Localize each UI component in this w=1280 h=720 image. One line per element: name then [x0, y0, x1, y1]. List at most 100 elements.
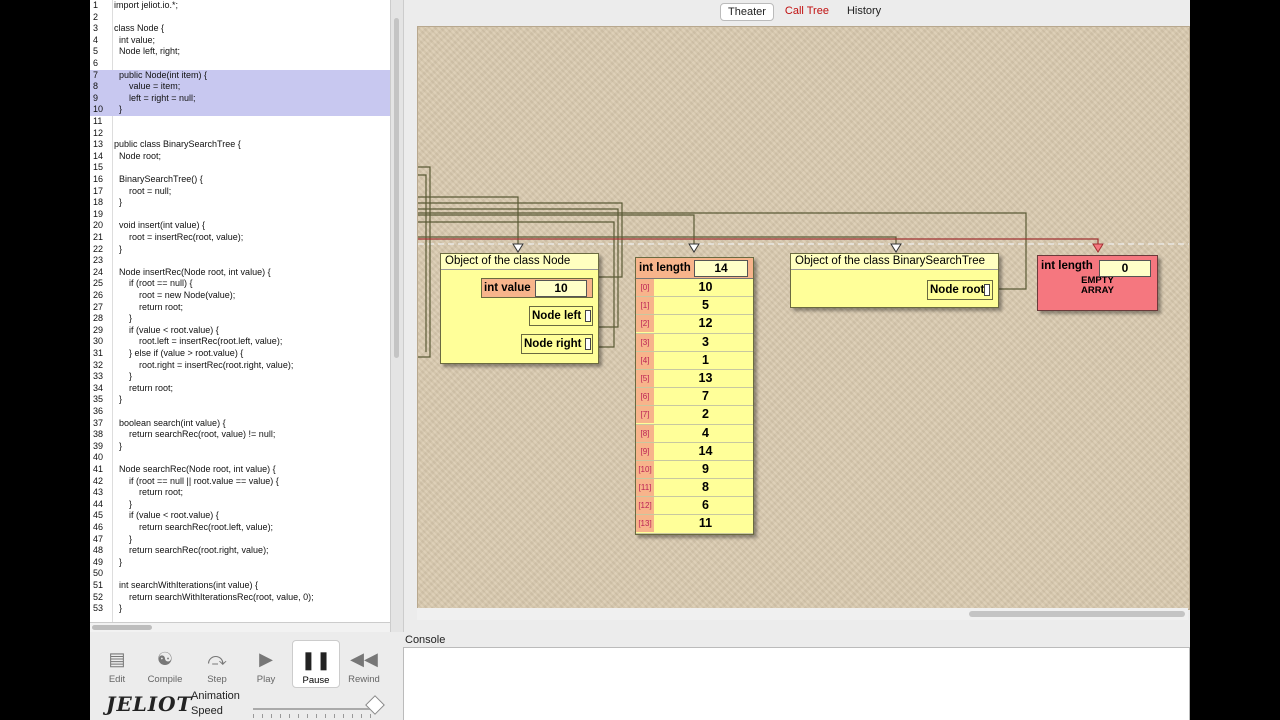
code-line[interactable]: 35 }: [90, 394, 390, 406]
code-line[interactable]: 40: [90, 452, 390, 464]
line-number: 11: [93, 116, 103, 126]
code-line[interactable]: 1 import jeliot.io.*;: [90, 0, 390, 12]
code-line[interactable]: 45 if (value < root.value) {: [90, 510, 390, 522]
editor-vertical-scrollbar[interactable]: [390, 0, 404, 632]
code-line[interactable]: 27 return root;: [90, 302, 390, 314]
code-line[interactable]: 31 } else if (value > root.value) {: [90, 348, 390, 360]
code-line[interactable]: 43 return root;: [90, 487, 390, 499]
code-line[interactable]: 26 root = new Node(value);: [90, 290, 390, 302]
line-number: 50: [93, 568, 104, 579]
code-line[interactable]: 9 left = right = null;: [90, 92, 390, 105]
code-line[interactable]: 21 root = insertRec(root, value);: [90, 232, 390, 244]
code-line[interactable]: 36: [90, 406, 390, 418]
code-line[interactable]: 37 boolean search(int value) {: [90, 418, 390, 430]
code-line[interactable]: 23: [90, 255, 390, 267]
line-text: }: [114, 556, 123, 567]
compile-button[interactable]: ☯ Compile: [142, 640, 188, 686]
code-line[interactable]: 7 public Node(int item) {: [90, 69, 390, 82]
code-line[interactable]: 38 return searchRec(root, value) != null…: [90, 429, 390, 441]
code-line[interactable]: 6: [90, 58, 390, 70]
code-line[interactable]: 41 Node searchRec(Node root, int value) …: [90, 464, 390, 476]
code-line[interactable]: 47 }: [90, 534, 390, 546]
step-label: Step: [207, 674, 227, 685]
pause-button[interactable]: ❚❚ Pause: [292, 640, 340, 688]
code-line[interactable]: 16 BinarySearchTree() {: [90, 174, 390, 186]
animation-speed-slider[interactable]: [253, 695, 385, 718]
jeliot-window: 1 import jeliot.io.*; 2 3 class Node {4 int …: [90, 0, 1190, 720]
empty-array-length-label: int length: [1041, 260, 1093, 272]
line-text: }: [114, 603, 123, 614]
code-line[interactable]: 46 return searchRec(root.left, value);: [90, 522, 390, 534]
code-line[interactable]: 33 }: [90, 371, 390, 383]
line-text: }: [114, 440, 123, 451]
code-line[interactable]: 10 }: [90, 104, 390, 116]
code-line[interactable]: 15: [90, 162, 390, 174]
line-text: }: [114, 313, 133, 324]
code-line[interactable]: 44 }: [90, 499, 390, 511]
code-line[interactable]: 51 int searchWithIterations(int value) {: [90, 580, 390, 592]
tab-theater[interactable]: Theater: [720, 3, 774, 21]
code-line[interactable]: 29 if (value < root.value) {: [90, 325, 390, 337]
code-line[interactable]: 39 }: [90, 441, 390, 453]
edit-button[interactable]: ▤ Edit: [94, 640, 140, 686]
line-text: import jeliot.io.*;: [114, 0, 179, 10]
console-output[interactable]: [403, 647, 1190, 720]
code-line[interactable]: 48 return searchRec(root.right, value);: [90, 545, 390, 557]
line-text: return searchRec(root.left, value);: [114, 522, 274, 532]
scroll-thumb[interactable]: [92, 625, 152, 630]
scroll-thumb[interactable]: [969, 611, 1185, 617]
slider-knob[interactable]: [365, 695, 385, 715]
line-number: 43: [93, 487, 104, 498]
node-value: 10: [535, 280, 587, 297]
code-line[interactable]: 25 if (root == null) {: [90, 278, 390, 290]
theater-horizontal-scrollbar[interactable]: [417, 608, 1188, 620]
code-line[interactable]: 22 }: [90, 244, 390, 256]
code-line[interactable]: 3 class Node {: [90, 23, 390, 35]
code-line[interactable]: 20 void insert(int value) {: [90, 220, 390, 232]
code-line[interactable]: 8 value = item;: [90, 81, 390, 93]
code-line[interactable]: 49 }: [90, 557, 390, 569]
step-button[interactable]: ⤼ Step: [194, 640, 240, 686]
array-value: 4: [702, 425, 709, 440]
scroll-thumb[interactable]: [394, 18, 399, 358]
slider-track: [253, 708, 377, 710]
line-number: 53: [93, 603, 104, 614]
code-line[interactable]: 32 root.right = insertRec(root.right, va…: [90, 360, 390, 372]
compile-label: Compile: [147, 674, 183, 685]
line-number: 25: [93, 278, 104, 289]
code-line[interactable]: 18 }: [90, 197, 390, 209]
code-line[interactable]: 13 public class BinarySearchTree {: [90, 139, 390, 151]
code-line[interactable]: 34 return root;: [90, 383, 390, 395]
code-line[interactable]: 5 Node left, right;: [90, 46, 390, 58]
code-line[interactable]: 14 Node root;: [90, 151, 390, 163]
console-label: Console: [405, 634, 446, 646]
tab-call-tree[interactable]: Call Tree: [778, 3, 836, 19]
rewind-button[interactable]: ◀◀ Rewind: [341, 640, 387, 686]
code-line[interactable]: 12: [90, 128, 390, 140]
code-line[interactable]: 4 int value;: [90, 35, 390, 47]
code-line[interactable]: 52 return searchWithIterationsRec(root, …: [90, 592, 390, 604]
code-editor[interactable]: 1 import jeliot.io.*; 2 3 class Node {4 int …: [90, 0, 390, 622]
code-line[interactable]: 19: [90, 209, 390, 221]
code-line[interactable]: 53 }: [90, 603, 390, 615]
array-value: 6: [702, 498, 709, 513]
code-line[interactable]: 50: [90, 568, 390, 580]
code-line[interactable]: 24 Node insertRec(Node root, int value) …: [90, 267, 390, 279]
code-line[interactable]: 17 root = null;: [90, 186, 390, 198]
edit-icon: ▤: [108, 649, 126, 669]
tab-history[interactable]: History: [840, 3, 888, 19]
play-button[interactable]: ▶ Play: [243, 640, 289, 686]
array-index: [10]: [636, 460, 654, 478]
code-line[interactable]: 11: [90, 116, 390, 128]
line-number: 13: [93, 139, 104, 150]
line-text: }: [114, 394, 123, 405]
code-line[interactable]: 28 }: [90, 313, 390, 325]
line-number: 26: [93, 290, 104, 300]
array-index: [1]: [636, 297, 654, 315]
code-line[interactable]: 42 if (root == null || root.value == val…: [90, 476, 390, 488]
code-line[interactable]: 2: [90, 12, 390, 24]
array-length-field: int length 14: [636, 258, 753, 279]
node-left-field: Node left: [529, 306, 593, 326]
code-line[interactable]: 30 root.left = insertRec(root.left, valu…: [90, 336, 390, 348]
node-right-reference: [585, 338, 591, 350]
